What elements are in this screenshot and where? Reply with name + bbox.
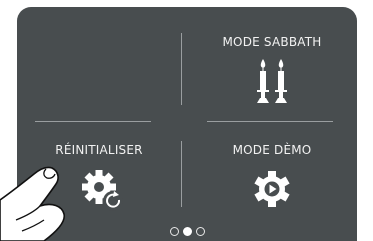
reset-label: RÉINITIALISER (55, 143, 143, 157)
mode-sabbath-tile[interactable]: MODE SABBATH (187, 29, 357, 113)
mode-demo-tile[interactable]: MODE DÈMO (187, 137, 357, 221)
candles-icon (257, 59, 287, 103)
pointing-hand-illustration (0, 166, 66, 241)
page-dot-2-active[interactable] (182, 227, 192, 236)
divider-vertical-bottom (181, 141, 182, 207)
play-gear-icon (254, 171, 290, 207)
mode-demo-label: MODE DÈMO (232, 143, 312, 157)
divider-vertical-top (181, 33, 182, 105)
divider-horizontal-right (207, 121, 333, 122)
mode-sabbath-label: MODE SABBATH (222, 35, 322, 49)
divider-horizontal-left (35, 121, 151, 122)
page-dot-1[interactable] (169, 227, 179, 236)
page-dot-3[interactable] (195, 227, 205, 236)
